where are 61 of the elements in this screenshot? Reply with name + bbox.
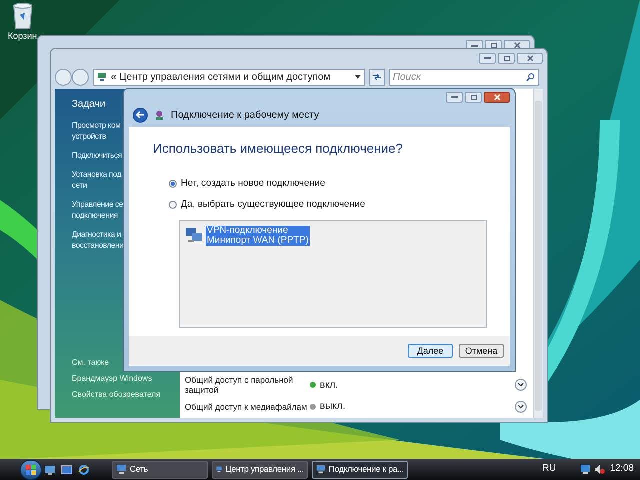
- status-text: вкл.: [320, 378, 340, 392]
- network-icon: [97, 72, 107, 82]
- maximize-button[interactable]: [498, 52, 515, 64]
- chevron-down-icon: [518, 383, 524, 387]
- dropdown-icon: [355, 75, 361, 79]
- address-bar[interactable]: « Центр управления сетями и общим доступом: [93, 68, 365, 86]
- dialog-title: Подключение к рабочему месту: [171, 108, 320, 122]
- speaker-muted-icon[interactable]: [594, 464, 606, 475]
- icon-label: Корзин: [8, 32, 38, 41]
- address-text: « Центр управления сетями и общим доступом: [111, 70, 332, 84]
- task-link[interactable]: Диагностика и восстановлени: [72, 229, 124, 251]
- setting-label: Общий доступ к медиафайлам: [185, 402, 308, 412]
- network-icon: [154, 110, 165, 120]
- status-text: выкл.: [320, 400, 347, 414]
- radio-option[interactable]: Да, выбрать существующее подключение: [169, 198, 510, 212]
- clock[interactable]: 12:08: [610, 462, 634, 477]
- task-link[interactable]: Подключиться: [72, 150, 122, 161]
- chevron-down-icon: [518, 404, 524, 408]
- pane-heading: См. также: [72, 358, 110, 368]
- search-icon: [526, 72, 535, 82]
- network-icon: [116, 464, 127, 475]
- task-link[interactable]: Просмотр ком устройств: [72, 120, 121, 142]
- refresh-button[interactable]: [369, 68, 385, 86]
- start-button[interactable]: [20, 460, 42, 480]
- network-icon: [316, 464, 326, 475]
- connection-item[interactable]: VPN-подключение Минипорт WAN (PPTP): [206, 226, 310, 246]
- back-button[interactable]: [133, 108, 148, 122]
- window-switch-icon[interactable]: [61, 464, 73, 476]
- expand-button[interactable]: [515, 379, 527, 391]
- dialog-heading: Использовать имеющееся подключение?: [153, 140, 404, 158]
- back-arrow-icon: [136, 111, 145, 119]
- minimize-button[interactable]: [446, 92, 463, 102]
- language-indicator[interactable]: RU: [542, 462, 556, 477]
- windows-logo-icon: [26, 464, 36, 474]
- close-icon: [526, 54, 534, 62]
- minimize-button[interactable]: [479, 52, 496, 64]
- taskbar-button[interactable]: Подключение к ра...: [312, 460, 408, 478]
- task-link[interactable]: Управление се подключения: [72, 199, 124, 221]
- network-connection-icon: [185, 226, 203, 244]
- taskbar-button[interactable]: Сеть: [112, 460, 208, 478]
- task-link[interactable]: Установка под сети: [72, 169, 122, 191]
- radio-option[interactable]: Нет, создать новое подключение: [169, 176, 510, 191]
- close-button[interactable]: [517, 52, 543, 64]
- desktop-icon[interactable]: [44, 464, 56, 476]
- close-icon: [514, 42, 520, 49]
- network-status-icon[interactable]: [580, 464, 592, 475]
- recycle-bin-icon[interactable]: [12, 2, 34, 30]
- setting-label: Общий доступ с парольной защитой: [185, 375, 294, 395]
- taskbar-button[interactable]: Центр управления ...: [212, 460, 308, 478]
- expand-button[interactable]: [515, 400, 527, 412]
- pane-heading: Задачи: [72, 98, 107, 112]
- dialog-button[interactable]: Отмена: [459, 344, 504, 358]
- dialog-button[interactable]: Далее: [408, 344, 453, 358]
- browser-icon[interactable]: [78, 464, 90, 476]
- scrollbar[interactable]: [533, 89, 543, 418]
- search-field[interactable]: Поиск: [389, 68, 539, 86]
- close-icon: [494, 94, 500, 100]
- close-button[interactable]: [484, 92, 510, 102]
- network-icon: [216, 464, 222, 475]
- maximize-button[interactable]: [465, 92, 482, 102]
- refresh-icon: [372, 73, 382, 81]
